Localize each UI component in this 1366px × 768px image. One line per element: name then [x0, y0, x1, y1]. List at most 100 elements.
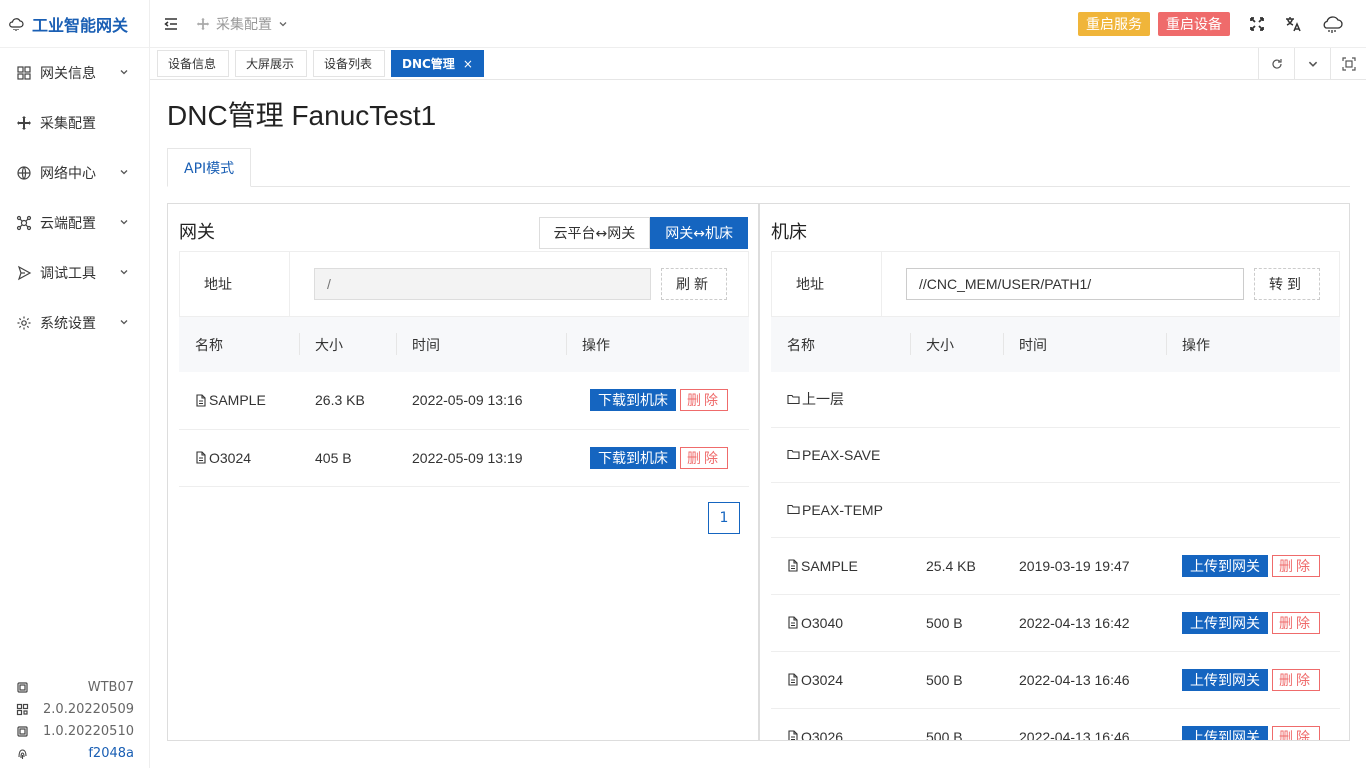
col-actions: 操作 [566, 317, 749, 372]
folder-icon [787, 504, 800, 515]
file-name[interactable]: O3024 [195, 450, 299, 466]
file-name-text: O3026 [801, 728, 844, 741]
table-row: SAMPLE 25.4 KB 2019-03-19 19:47 上传到网关 删除 [771, 537, 1340, 595]
chevron-down-icon [120, 220, 128, 225]
sidebar-item-gateway-info[interactable]: 网关信息 [0, 48, 149, 98]
download-to-machine-button[interactable]: 下载到机床 [590, 446, 676, 469]
download-to-machine-button[interactable]: 下载到机床 [590, 389, 676, 412]
sidebar-item-cloud-config[interactable]: 云端配置 [0, 198, 149, 248]
sidebar-item-label: 系统设置 [40, 316, 96, 332]
tab-device-info[interactable]: 设备信息 [157, 50, 229, 77]
folder-name[interactable]: PEAX-TEMP [787, 502, 1340, 518]
maximize-icon [1341, 56, 1356, 71]
file-name[interactable]: O3026 [787, 728, 910, 741]
refresh-tab-button[interactable] [1258, 47, 1294, 80]
file-name[interactable]: O3040 [787, 615, 910, 631]
chip-icon [17, 725, 28, 737]
file-time: 2022-05-09 13:19 [396, 429, 566, 487]
machine-address-input[interactable] [906, 268, 1244, 300]
device-id[interactable]: f2048a [88, 746, 134, 761]
delete-button[interactable]: 删除 [1272, 725, 1320, 740]
file-icon [788, 730, 798, 740]
col-actions-label: 操作 [1182, 337, 1210, 354]
firmware-version: 2.0.20220509 [43, 701, 134, 717]
folder-icon [787, 449, 800, 460]
sidebar-item-network-center[interactable]: 网络中心 [0, 148, 149, 198]
close-icon[interactable]: × [463, 57, 473, 71]
menu-fold-icon[interactable] [162, 15, 180, 33]
delete-button[interactable]: 删除 [680, 389, 728, 412]
mode-tabs: API模式 [167, 148, 1350, 187]
table-header-row: 名称 大小 时间 操作 [179, 317, 749, 372]
fullscreen-icon[interactable] [1248, 15, 1266, 33]
restart-service-button[interactable]: 重启服务 [1078, 11, 1150, 36]
sidebar-footer: WTB07 2.0.20220509 1.0.20220510 f2048a [0, 676, 150, 768]
col-actions-label: 操作 [582, 337, 610, 354]
gateway-address-input[interactable] [314, 268, 651, 300]
col-size: 大小 [910, 317, 1003, 372]
table-row: O3024 405 B 2022-05-09 13:19 下载到机床 删除 [179, 429, 749, 487]
file-time: 2022-04-13 16:46 [1003, 708, 1166, 740]
gateway-title: 网关 [179, 222, 215, 243]
delete-button[interactable]: 删除 [680, 446, 728, 469]
table-row: O3024 500 B 2022-04-13 16:46 上传到网关 删除 [771, 651, 1340, 709]
sidebar-item-label: 采集配置 [40, 116, 96, 132]
upload-to-gateway-button[interactable]: 上传到网关 [1182, 554, 1268, 577]
delete-button[interactable]: 删除 [1272, 554, 1320, 577]
device-model: WTB07 [87, 679, 134, 695]
sidebar-item-system-settings[interactable]: 系统设置 [0, 298, 149, 348]
tabs-dropdown-button[interactable] [1294, 47, 1330, 80]
tab-api-mode[interactable]: API模式 [167, 148, 252, 187]
sidebar-item-label: 调试工具 [40, 266, 96, 282]
breadcrumb[interactable]: 采集配置 [196, 14, 288, 34]
restart-device-button[interactable]: 重启设备 [1158, 11, 1230, 36]
file-size: 500 B [910, 708, 1003, 740]
machine-title: 机床 [771, 222, 807, 243]
page-tabs: 设备信息 大屏展示 设备列表 DNC管理 × [150, 47, 1366, 80]
sidebar-item-collect-config[interactable]: 采集配置 [0, 98, 149, 148]
qrcode-icon [16, 703, 29, 715]
top-header: 采集配置 重启服务 重启设备 [150, 0, 1366, 48]
refresh-button[interactable]: 刷新 [661, 268, 727, 300]
file-name[interactable]: SAMPLE [195, 392, 299, 408]
file-time: 2022-04-13 16:46 [1003, 651, 1166, 709]
sidebar-item-debug-tools[interactable]: 调试工具 [0, 248, 149, 298]
translate-icon[interactable] [1284, 15, 1302, 33]
address-label: 地址 [180, 252, 290, 316]
folder-name[interactable]: 上一层 [787, 389, 1340, 409]
upload-to-gateway-button[interactable]: 上传到网关 [1182, 668, 1268, 691]
col-time: 时间 [1003, 317, 1166, 372]
mode-cloud-gateway-option[interactable]: 云平台↔网关 [538, 217, 651, 249]
col-time: 时间 [396, 317, 566, 372]
col-size: 大小 [299, 317, 396, 372]
goto-button[interactable]: 转到 [1254, 268, 1320, 300]
file-name[interactable]: SAMPLE [787, 558, 910, 574]
maximize-button[interactable] [1330, 47, 1366, 80]
tab-dnc-management[interactable]: DNC管理 × [391, 50, 484, 77]
mode-gateway-machine-option[interactable]: 网关↔机床 [650, 217, 748, 249]
address-label: 地址 [772, 252, 882, 316]
delete-button[interactable]: 删除 [1272, 611, 1320, 634]
pagination-page-1[interactable]: 1 [708, 502, 740, 534]
tab-device-list[interactable]: 设备列表 [313, 50, 385, 77]
tab-big-screen[interactable]: 大屏展示 [235, 50, 307, 77]
upload-to-gateway-button[interactable]: 上传到网关 [1182, 611, 1268, 634]
file-name-text: O3024 [209, 449, 252, 466]
chip-icon [17, 681, 28, 693]
folder-name[interactable]: PEAX-SAVE [787, 447, 1340, 463]
file-name[interactable]: O3024 [787, 672, 910, 688]
sidebar-item-label: 网关信息 [40, 66, 96, 82]
file-name-text: O3024 [801, 671, 844, 688]
chevron-down-icon [120, 170, 128, 175]
mode-switch: 云平台↔网关 网关↔机床 [538, 217, 748, 249]
sidebar-item-label: 云端配置 [40, 216, 96, 232]
col-time-label: 时间 [1019, 337, 1047, 354]
chevron-down-icon [120, 320, 128, 325]
main-content: DNC管理 FanucTest1 API模式 网关 云平台↔网关 网关↔机床 地… [167, 80, 1350, 741]
file-size: 405 B [299, 429, 396, 487]
footer-row-version-b: 1.0.20220510 [0, 720, 150, 742]
table-row: 上一层 [771, 372, 1340, 428]
upload-to-gateway-button[interactable]: 上传到网关 [1182, 725, 1268, 740]
cloud-icon[interactable] [1320, 12, 1344, 36]
delete-button[interactable]: 删除 [1272, 668, 1320, 691]
